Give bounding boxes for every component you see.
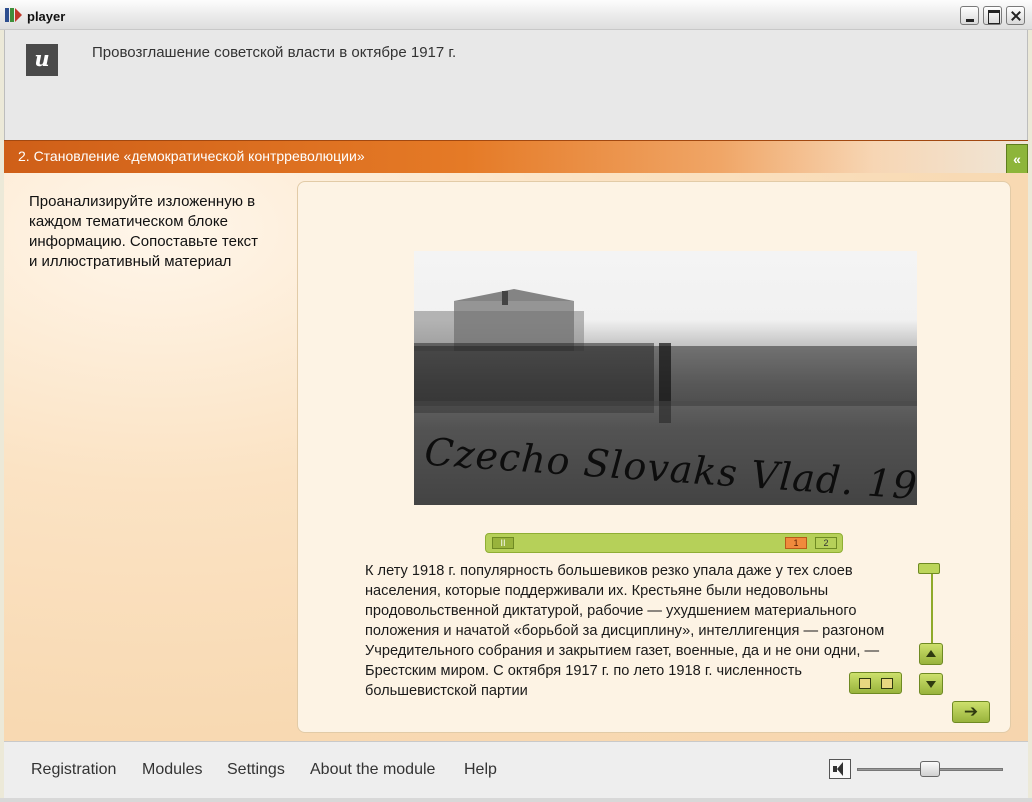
main-area: Проанализируйте изложенную в каждом тема… [4, 173, 1028, 741]
section-title: 2. Становление «демократической контррев… [18, 148, 365, 164]
nav-modules[interactable]: Modules [142, 761, 202, 779]
lesson-text: К лету 1918 г. популярность большевиков … [365, 563, 885, 699]
scroll-down-button[interactable] [919, 673, 943, 695]
content-panel: Czecho Slovaks Vlad. 1918. II 1 2 К лету… [297, 181, 1011, 733]
scroll-up-button[interactable] [919, 643, 943, 665]
close-button[interactable] [1006, 6, 1025, 25]
speaker-icon[interactable] [829, 759, 851, 779]
text-scroll-track[interactable] [931, 568, 933, 646]
window-title-bar: player [0, 0, 1032, 30]
pause-button[interactable]: II [492, 537, 514, 549]
copy-icon[interactable] [881, 678, 893, 689]
maximize-button[interactable] [983, 6, 1002, 25]
volume-slider-thumb[interactable] [920, 761, 940, 777]
nav-settings[interactable]: Settings [227, 761, 285, 779]
save-copy-buttons[interactable] [849, 672, 902, 694]
section-bar: 2. Становление «демократической контррев… [4, 140, 1028, 174]
module-title: Провозглашение советской власти в октябр… [92, 44, 457, 61]
save-icon[interactable] [859, 678, 871, 689]
footer-bar: Registration Modules Settings About the … [4, 741, 1028, 798]
slide-page-1-button[interactable]: 1 [785, 537, 807, 549]
slide-page-2-button[interactable]: 2 [815, 537, 837, 549]
app-icon [5, 8, 22, 22]
slide-navigation-bar: II 1 2 [485, 533, 843, 553]
window-bottom-edge [0, 798, 1032, 802]
next-button[interactable]: ➔ [952, 701, 990, 723]
nav-registration[interactable]: Registration [31, 761, 116, 779]
logo-icon: u [26, 44, 58, 76]
module-header: u Провозглашение советской власти в октя… [4, 30, 1028, 140]
minimize-button[interactable] [960, 6, 979, 25]
nav-about-module[interactable]: About the module [310, 761, 435, 779]
window-title: player [27, 9, 66, 24]
text-scroll-thumb[interactable] [918, 563, 940, 574]
collapse-panel-button[interactable]: « [1006, 144, 1028, 174]
nav-help[interactable]: Help [464, 761, 497, 779]
instruction-text: Проанализируйте изложенную в каждом тема… [29, 193, 259, 270]
historical-photo: Czecho Slovaks Vlad. 1918. [414, 251, 917, 505]
